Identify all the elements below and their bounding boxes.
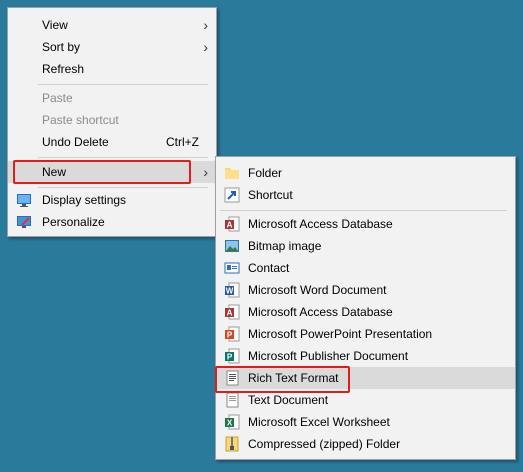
menu-item-paste-shortcut: Paste shortcut	[8, 109, 216, 131]
display-settings-icon	[16, 192, 32, 208]
submenu-item-label: Microsoft Excel Worksheet	[248, 415, 390, 429]
menu-item-label: New	[42, 165, 67, 179]
chevron-right-icon: ›	[203, 17, 208, 33]
powerpoint-icon: P	[224, 326, 240, 342]
menu-item-refresh[interactable]: Refresh	[8, 58, 216, 80]
menu-item-label: Undo Delete	[42, 135, 109, 149]
submenu-item-label: Microsoft Word Document	[248, 283, 387, 297]
svg-text:A: A	[227, 309, 233, 318]
rtf-icon	[224, 370, 240, 386]
bitmap-icon	[224, 238, 240, 254]
desktop-context-menu: View › Sort by › Refresh Paste Paste sho…	[7, 7, 217, 237]
zip-folder-icon	[224, 436, 240, 452]
menu-separator	[38, 187, 208, 188]
menu-item-view[interactable]: View ›	[8, 14, 216, 36]
submenu-item-label: Microsoft Publisher Document	[248, 349, 409, 363]
new-submenu: Folder Shortcut A Microsoft Access Datab…	[215, 156, 516, 460]
chevron-right-icon: ›	[203, 164, 208, 180]
menu-item-sort-by[interactable]: Sort by ›	[8, 36, 216, 58]
menu-item-new[interactable]: New ›	[8, 161, 216, 183]
menu-item-display-settings[interactable]: Display settings	[8, 189, 216, 211]
menu-item-label: Paste shortcut	[42, 113, 119, 127]
submenu-item-contact[interactable]: Contact	[216, 257, 515, 279]
submenu-item-compressed-folder[interactable]: Compressed (zipped) Folder	[216, 433, 515, 455]
submenu-item-publisher-document[interactable]: P Microsoft Publisher Document	[216, 345, 515, 367]
submenu-item-word-document[interactable]: W Microsoft Word Document	[216, 279, 515, 301]
excel-icon: X	[224, 414, 240, 430]
submenu-item-label: Folder	[248, 166, 283, 180]
submenu-item-label: Contact	[248, 261, 290, 275]
menu-separator	[38, 157, 208, 158]
menu-item-label: Personalize	[42, 215, 105, 229]
submenu-item-label: Shortcut	[248, 188, 293, 202]
submenu-item-label: Microsoft Access Database	[248, 217, 393, 231]
svg-text:W: W	[226, 287, 234, 296]
access-icon: A	[224, 216, 240, 232]
menu-item-label: Refresh	[42, 62, 85, 76]
submenu-item-label: Compressed (zipped) Folder	[248, 437, 401, 451]
menu-item-paste: Paste	[8, 87, 216, 109]
folder-icon	[224, 165, 240, 181]
menu-item-personalize[interactable]: Personalize	[8, 211, 216, 233]
access-icon: A	[224, 304, 240, 320]
menu-item-label: Display settings	[42, 193, 127, 207]
submenu-item-powerpoint-presentation[interactable]: P Microsoft PowerPoint Presentation	[216, 323, 515, 345]
menu-item-shortcut: Ctrl+Z	[166, 135, 199, 149]
text-document-icon	[224, 392, 240, 408]
publisher-icon: P	[224, 348, 240, 364]
menu-separator	[220, 210, 507, 211]
word-icon: W	[224, 282, 240, 298]
menu-item-label: Paste	[42, 91, 73, 105]
svg-text:A: A	[227, 221, 233, 230]
submenu-item-bitmap-image[interactable]: Bitmap image	[216, 235, 515, 257]
personalize-icon	[16, 214, 32, 230]
submenu-item-label: Rich Text Format	[248, 371, 339, 385]
menu-separator	[38, 84, 208, 85]
submenu-item-label: Microsoft PowerPoint Presentation	[248, 327, 433, 341]
submenu-item-label: Text Document	[248, 393, 329, 407]
submenu-item-text-document[interactable]: Text Document	[216, 389, 515, 411]
menu-item-label: View	[42, 18, 68, 32]
contact-icon	[224, 260, 240, 276]
submenu-item-excel-worksheet[interactable]: X Microsoft Excel Worksheet	[216, 411, 515, 433]
svg-text:X: X	[227, 419, 233, 428]
submenu-item-label: Bitmap image	[248, 239, 322, 253]
chevron-right-icon: ›	[203, 39, 208, 55]
submenu-item-folder[interactable]: Folder	[216, 162, 515, 184]
svg-text:P: P	[227, 353, 233, 362]
submenu-item-label: Microsoft Access Database	[248, 305, 393, 319]
submenu-item-access-database-2[interactable]: A Microsoft Access Database	[216, 301, 515, 323]
submenu-item-rich-text-format[interactable]: Rich Text Format	[216, 367, 515, 389]
menu-item-undo-delete[interactable]: Undo Delete Ctrl+Z	[8, 131, 216, 153]
menu-item-label: Sort by	[42, 40, 81, 54]
submenu-item-access-database[interactable]: A Microsoft Access Database	[216, 213, 515, 235]
submenu-item-shortcut[interactable]: Shortcut	[216, 184, 515, 206]
shortcut-icon	[224, 187, 240, 203]
svg-text:P: P	[227, 331, 233, 340]
